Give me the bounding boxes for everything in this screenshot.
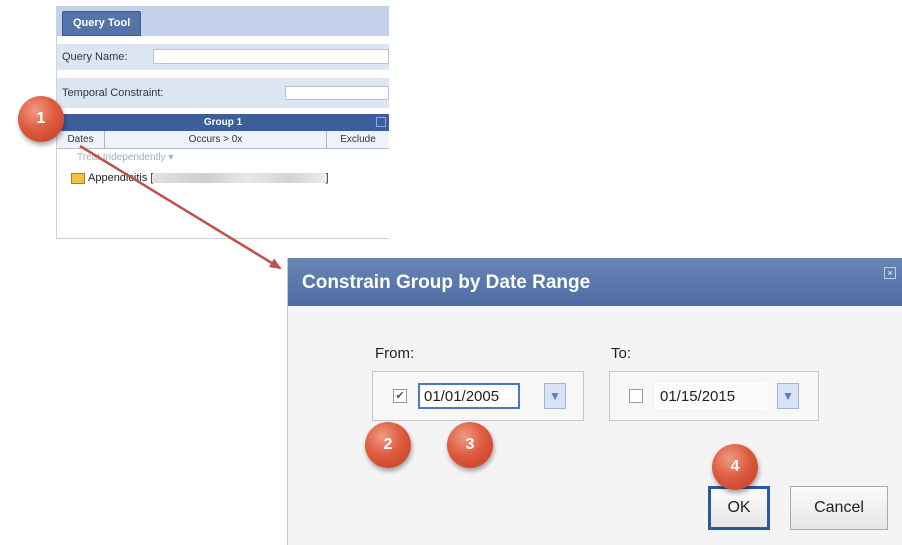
dialog-title: Constrain Group by Date Range <box>302 272 591 293</box>
from-label: From: <box>375 345 415 362</box>
from-date-group: ✔ ▼ <box>372 371 584 421</box>
from-enable-checkbox[interactable]: ✔ <box>393 389 407 403</box>
cancel-button[interactable]: Cancel <box>790 486 888 530</box>
to-enable-checkbox[interactable] <box>629 389 643 403</box>
to-date-group: ▼ <box>609 371 819 421</box>
ok-button[interactable]: OK <box>708 486 770 530</box>
step-callout-1: 1 <box>18 96 64 142</box>
close-icon[interactable]: × <box>884 267 896 279</box>
calendar-dropdown-icon[interactable]: ▼ <box>544 383 566 409</box>
step-callout-3: 3 <box>447 422 493 468</box>
step-callout-4: 4 <box>712 444 758 490</box>
to-date-input[interactable] <box>655 383 767 409</box>
calendar-dropdown-icon[interactable]: ▼ <box>777 383 799 409</box>
from-date-input[interactable] <box>418 383 520 409</box>
step-callout-2: 2 <box>365 422 411 468</box>
to-label: To: <box>611 345 632 362</box>
date-range-dialog: Constrain Group by Date Range × From: To… <box>287 258 902 545</box>
dialog-title-bar: Constrain Group by Date Range × <box>288 258 902 306</box>
